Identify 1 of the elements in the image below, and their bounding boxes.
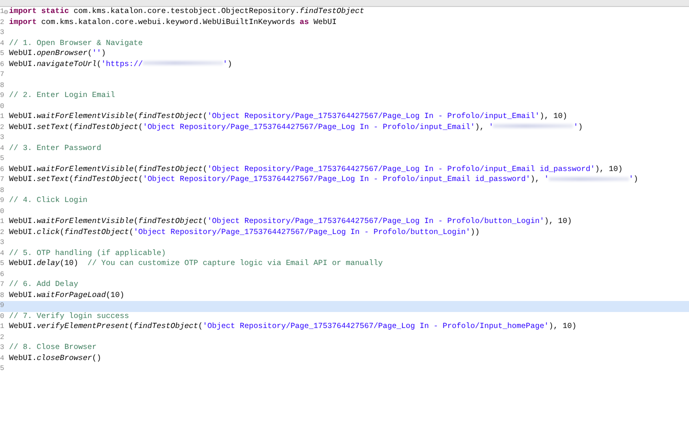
- collapse-icon[interactable]: [4, 10, 8, 14]
